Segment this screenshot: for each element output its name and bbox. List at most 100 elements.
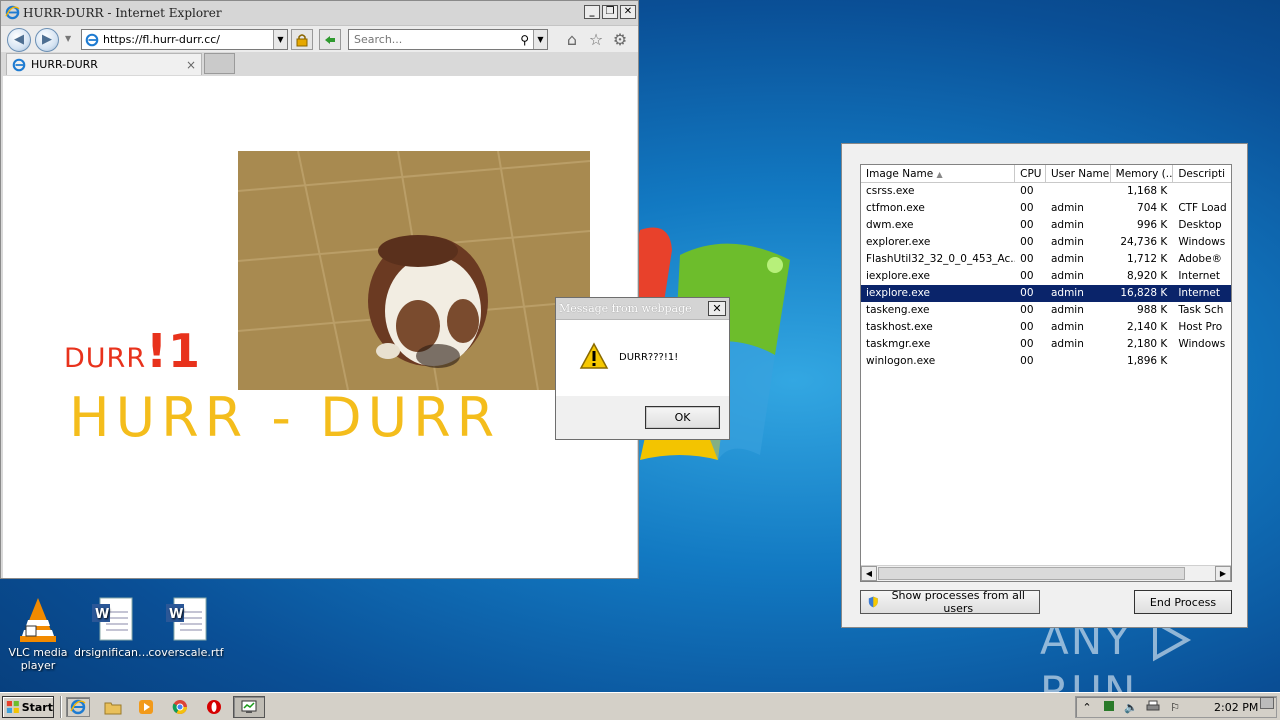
process-user: admin: [1050, 202, 1084, 214]
favorites-star-icon[interactable]: ☆: [587, 31, 605, 49]
scrollbar-thumb[interactable]: [878, 567, 1185, 580]
process-memory: 24,736 K: [1120, 236, 1168, 248]
tab-hurr-durr[interactable]: HURR-DURR ×: [6, 53, 202, 75]
table-row[interactable]: iexplore.exe 00 admin 16,828 K Internet: [861, 285, 1231, 302]
table-row[interactable]: explorer.exe 00 admin 24,736 K Windows: [861, 234, 1231, 251]
process-user: [1046, 183, 1111, 200]
table-row[interactable]: FlashUtil32_32_0_0_453_Ac... 00 admin 1,712…: [861, 251, 1231, 268]
process-description: Task Sch: [1178, 304, 1224, 316]
chevron-up-icon[interactable]: ⌃: [1076, 701, 1098, 714]
process-memory: 2,140 K: [1127, 321, 1168, 333]
taskbar-task-manager[interactable]: [233, 696, 265, 718]
process-cpu: 00: [1020, 185, 1034, 197]
column-user-name[interactable]: User Name: [1046, 165, 1111, 182]
table-row[interactable]: taskeng.exe 00 admin 988 K Task Sch: [861, 302, 1231, 319]
address-bar[interactable]: https://fl.hurr-durr.cc/ ▼: [81, 29, 288, 50]
process-name: iexplore.exe: [866, 287, 930, 299]
table-row[interactable]: winlogon.exe 00 1,896 K: [861, 353, 1231, 370]
lock-icon[interactable]: [291, 29, 313, 50]
media-player-icon[interactable]: [134, 697, 158, 717]
svg-text:W: W: [95, 607, 109, 622]
history-dropdown-icon[interactable]: ▼: [65, 34, 71, 43]
search-dropdown-icon[interactable]: ▼: [533, 30, 547, 49]
opera-icon[interactable]: [202, 697, 226, 717]
column-memory[interactable]: Memory (...: [1111, 165, 1174, 182]
network-icon[interactable]: [1098, 700, 1120, 715]
process-description: [1173, 183, 1231, 200]
table-row[interactable]: dwm.exe 00 admin 996 K Desktop: [861, 217, 1231, 234]
process-user: admin: [1050, 338, 1084, 350]
minimize-button[interactable]: _: [584, 5, 600, 19]
restore-button[interactable]: ❐: [602, 5, 618, 19]
process-user: admin: [1050, 321, 1084, 333]
desktop-icon-drsignificant[interactable]: W drsignificant...: [74, 596, 150, 659]
volume-icon[interactable]: 🔈: [1120, 701, 1142, 714]
process-name: winlogon.exe: [866, 355, 936, 367]
alert-titlebar[interactable]: Message from webpage ✕: [556, 298, 729, 320]
task-manager-window: Image Name ▲ CPU User Name Memory (... D…: [841, 143, 1248, 628]
home-icon[interactable]: ⌂: [563, 31, 581, 49]
process-memory: 2,180 K: [1127, 338, 1168, 350]
search-input[interactable]: [354, 33, 521, 46]
flag-icon[interactable]: ⚐: [1164, 701, 1186, 714]
ie-icon[interactable]: [66, 697, 90, 717]
back-button[interactable]: ◀: [7, 28, 31, 52]
desktop-icon-vlc[interactable]: VLC media player: [0, 596, 76, 672]
process-description: Desktop: [1178, 219, 1222, 231]
ok-button[interactable]: OK: [645, 406, 720, 429]
table-row[interactable]: csrss.exe 00 1,168 K: [861, 183, 1231, 200]
gear-icon[interactable]: ⚙: [611, 31, 629, 49]
process-description: Internet: [1178, 270, 1221, 282]
clock[interactable]: 2:02 PM: [1214, 701, 1258, 714]
scroll-right-icon[interactable]: ▶: [1215, 566, 1231, 581]
desktop-icon-coverscale[interactable]: W coverscale.rtf: [148, 596, 224, 659]
chrome-icon[interactable]: [168, 697, 192, 717]
sort-up-icon: ▲: [936, 170, 943, 179]
address-dropdown-icon[interactable]: ▼: [273, 30, 287, 49]
show-all-processes-label: Show processes from all users: [891, 589, 1025, 615]
taskbar-divider: [60, 696, 62, 718]
ie-page-content: DURR!1 HURR - DURR: [3, 76, 637, 578]
column-image-name[interactable]: Image Name ▲: [861, 165, 1016, 182]
process-description: Windows: [1178, 236, 1226, 248]
close-button[interactable]: ✕: [620, 5, 636, 19]
process-user: admin: [1050, 219, 1084, 231]
vlc-icon: [14, 596, 62, 644]
table-row[interactable]: ctfmon.exe 00 admin 704 K CTF Load: [861, 200, 1231, 217]
ie-tab-strip: HURR-DURR ×: [1, 52, 638, 75]
new-tab-button[interactable]: [204, 53, 235, 74]
scroll-left-icon[interactable]: ◀: [861, 566, 877, 581]
process-description: Internet: [1178, 287, 1221, 299]
process-cpu: 00: [1020, 355, 1034, 367]
show-all-processes-button[interactable]: Show processes from all users: [860, 589, 1040, 615]
search-box[interactable]: ⚲ ▼: [348, 29, 548, 50]
table-row[interactable]: iexplore.exe 00 admin 8,920 K Internet: [861, 268, 1231, 285]
process-cpu: 00: [1020, 219, 1034, 231]
tab-label: HURR-DURR: [31, 58, 98, 71]
tab-close-icon[interactable]: ×: [184, 58, 198, 72]
end-process-button[interactable]: End Process: [1134, 590, 1232, 614]
alert-close-button[interactable]: ✕: [708, 301, 726, 316]
ie-titlebar[interactable]: HURR-DURR - Internet Explorer _ ❐ ✕: [1, 1, 638, 26]
column-cpu[interactable]: CPU: [1015, 165, 1046, 182]
start-button[interactable]: Start: [2, 696, 54, 718]
desktop-icon-label: player: [20, 659, 56, 672]
process-cpu: 00: [1020, 236, 1034, 248]
alert-title: Message from webpage: [559, 302, 692, 315]
printer-icon[interactable]: [1142, 700, 1164, 715]
show-desktop-button[interactable]: [1260, 697, 1274, 709]
process-user: admin: [1050, 287, 1084, 299]
folder-icon[interactable]: [101, 697, 125, 717]
refresh-icon[interactable]: [319, 29, 341, 50]
address-url[interactable]: https://fl.hurr-durr.cc/: [103, 33, 273, 46]
table-row[interactable]: taskhost.exe 00 admin 2,140 K Host Pro: [861, 319, 1231, 336]
forward-button[interactable]: ▶: [35, 28, 59, 52]
column-description[interactable]: Descripti: [1173, 165, 1231, 182]
table-row[interactable]: taskmgr.exe 00 admin 2,180 K Windows: [861, 336, 1231, 353]
ie-window-title: HURR-DURR - Internet Explorer: [23, 6, 222, 20]
process-list[interactable]: Image Name ▲ CPU User Name Memory (... D…: [860, 164, 1232, 582]
process-user: [1046, 353, 1111, 370]
search-icon[interactable]: ⚲: [520, 33, 529, 47]
process-cpu: 00: [1020, 270, 1034, 282]
horizontal-scrollbar[interactable]: ◀ ▶: [861, 565, 1231, 581]
